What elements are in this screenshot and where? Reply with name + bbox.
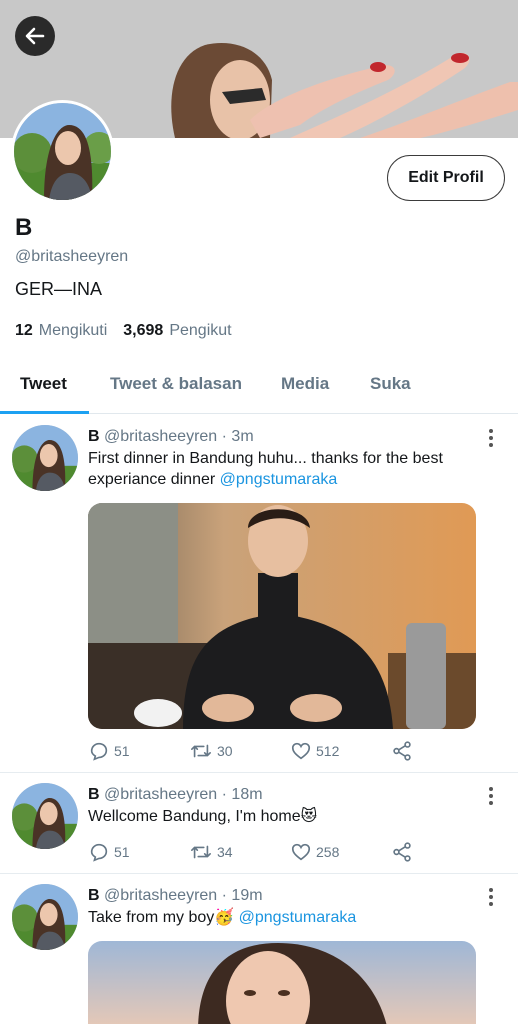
tab-likes[interactable]: Suka	[370, 374, 411, 394]
tweet-author-name: B	[88, 887, 100, 904]
edit-profile-button[interactable]: Edit Profil	[387, 155, 505, 201]
reply-icon	[90, 843, 108, 862]
followers-label: Pengikut	[169, 322, 232, 339]
following-count: 12	[15, 322, 33, 339]
more-options-icon[interactable]	[484, 427, 498, 449]
avatar-photo	[14, 103, 111, 200]
tweet-text: Wellcome Bandung, I'm home😻	[88, 806, 488, 827]
tweet-item[interactable]: B @britasheeyren · 19m Take from my boy🥳…	[0, 874, 518, 1024]
following-stat[interactable]: 12 Mengikuti	[15, 322, 107, 340]
tweet-item[interactable]: B @britasheeyren · 3m First dinner in Ba…	[0, 415, 518, 773]
tweet-author-name: B	[88, 428, 100, 445]
retweet-icon	[191, 845, 211, 859]
tweet-actions: 51 30 512	[88, 740, 492, 762]
display-name: B	[15, 214, 33, 241]
active-tab-indicator	[0, 411, 89, 414]
reply-count: 51	[114, 743, 130, 759]
tweet-author-handle: @britasheeyren	[104, 786, 218, 803]
share-icon	[393, 842, 411, 862]
like-count: 512	[316, 743, 340, 759]
reply-count: 51	[114, 844, 130, 860]
like-button[interactable]: 258	[290, 841, 391, 863]
retweet-button[interactable]: 30	[189, 740, 290, 762]
avatar-photo	[12, 783, 78, 849]
emoji: 😻	[300, 808, 318, 825]
tweet-actions: 51 34 258	[88, 841, 492, 863]
avatar-photo	[12, 425, 78, 491]
retweet-count: 30	[217, 743, 233, 759]
more-options-icon[interactable]	[484, 785, 498, 807]
reply-button[interactable]: 51	[88, 740, 189, 762]
back-button[interactable]	[15, 16, 55, 56]
share-button[interactable]	[391, 841, 492, 863]
tweet-header: B @britasheeyren · 18m	[88, 786, 263, 804]
profile-handle: @britasheeyren	[15, 248, 129, 265]
heart-icon	[291, 843, 311, 861]
following-label: Mengikuti	[38, 322, 108, 339]
like-count: 258	[316, 844, 340, 860]
profile-tabs: Tweet Tweet & balasan Media Suka	[0, 362, 518, 414]
tweet-header: B @britasheeyren · 19m	[88, 887, 263, 905]
tab-tweet-and-replies[interactable]: Tweet & balasan	[110, 374, 242, 394]
tweet-author-handle: @britasheeyren	[104, 887, 218, 904]
arrow-left-icon	[25, 27, 45, 45]
tweet-time: · 3m	[221, 428, 254, 445]
emoji: 🥳	[214, 909, 235, 926]
mention-link[interactable]: @pngstumaraka	[220, 471, 338, 488]
tweet-avatar[interactable]	[12, 783, 78, 849]
tab-tweet[interactable]: Tweet	[20, 374, 67, 394]
tweet-body: Wellcome Bandung, I'm home	[88, 808, 301, 825]
share-icon	[393, 741, 411, 761]
tweet-header: B @britasheeyren · 3m	[88, 428, 254, 446]
tweet-body: Take from my boy	[88, 909, 215, 926]
profile-avatar[interactable]	[11, 100, 114, 203]
like-button[interactable]: 512	[290, 740, 391, 762]
tweet-text: First dinner in Bandung huhu... thanks f…	[88, 448, 488, 490]
tweet-author-handle: @britasheeyren	[104, 428, 218, 445]
media-photo	[88, 941, 476, 1024]
retweet-count: 34	[217, 844, 233, 860]
heart-icon	[291, 742, 311, 760]
follow-stats: 12 Mengikuti 3,698 Pengikut	[15, 322, 242, 340]
avatar-photo	[12, 884, 78, 950]
tweet-text: Take from my boy🥳 @pngstumaraka	[88, 907, 488, 928]
more-options-icon[interactable]	[484, 886, 498, 908]
tweet-media-image[interactable]	[88, 503, 476, 729]
profile-bio: GER—INA	[15, 279, 103, 299]
tweet-avatar[interactable]	[12, 884, 78, 950]
mention-link[interactable]: @pngstumaraka	[239, 909, 357, 926]
reply-icon	[90, 742, 108, 761]
followers-stat[interactable]: 3,698 Pengikut	[123, 322, 231, 340]
share-button[interactable]	[391, 740, 492, 762]
reply-button[interactable]: 51	[88, 841, 189, 863]
tweet-item[interactable]: B @britasheeyren · 18m Wellcome Bandung,…	[0, 773, 518, 874]
followers-count: 3,698	[123, 322, 164, 339]
retweet-button[interactable]: 34	[189, 841, 290, 863]
tweet-author-name: B	[88, 786, 100, 803]
tweet-avatar[interactable]	[12, 425, 78, 491]
tweet-media-image[interactable]	[88, 941, 476, 1024]
tweet-time: · 19m	[221, 887, 263, 904]
media-photo	[88, 503, 476, 729]
retweet-icon	[191, 744, 211, 758]
tweet-time: · 18m	[221, 786, 263, 803]
tab-media[interactable]: Media	[281, 374, 329, 394]
